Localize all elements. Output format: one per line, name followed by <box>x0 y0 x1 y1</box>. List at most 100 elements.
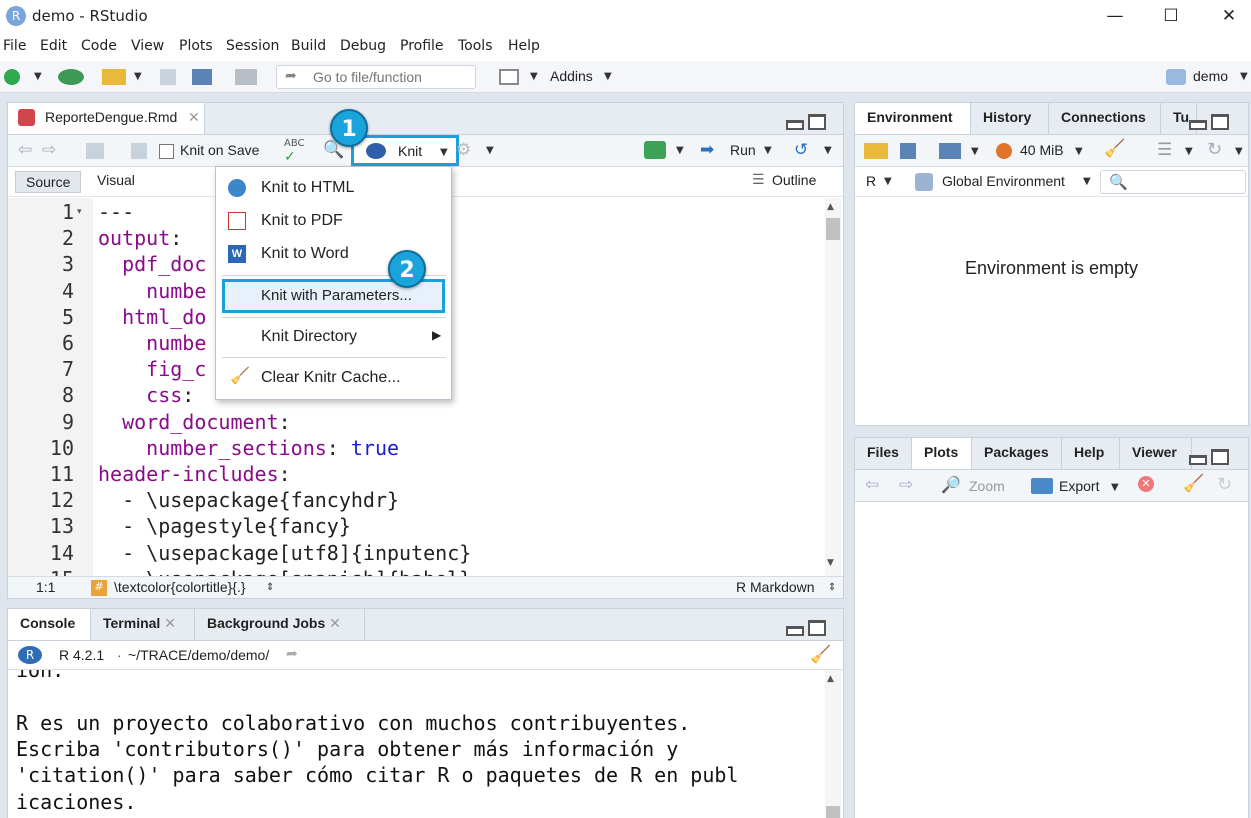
section-label[interactable]: \textcolor{colortitle}{.} <box>114 579 246 595</box>
tab-packages[interactable]: Packages <box>972 438 1062 469</box>
chevron-down-icon[interactable]: ▼ <box>1075 146 1083 157</box>
chevron-down-icon[interactable]: ▼ <box>764 145 772 156</box>
gear-icon[interactable]: ⚙ <box>456 140 471 160</box>
menu-edit[interactable]: Edit <box>40 38 67 54</box>
menu-item-knit-directory[interactable]: Knit Directory ▶ <box>216 322 451 352</box>
menu-item-knit-pdf[interactable]: Knit to PDF <box>216 206 451 236</box>
menu-debug[interactable]: Debug <box>340 38 386 54</box>
console-output[interactable]: ion. R es un proyecto colaborativo con mu… <box>8 670 825 818</box>
tab-reportedengue[interactable]: ReporteDengue.Rmd ✕ <box>8 103 205 134</box>
remove-plot-icon[interactable]: ✕ <box>1138 476 1154 492</box>
chevron-updown-icon[interactable]: ⇕ <box>828 582 836 593</box>
import-dataset-icon[interactable] <box>939 143 961 159</box>
close-window-button[interactable]: ✕ <box>1217 4 1241 28</box>
grid-layout-icon[interactable] <box>499 69 519 85</box>
memory-usage[interactable]: 40 MiB <box>1020 142 1064 158</box>
menu-tools[interactable]: Tools <box>458 38 493 54</box>
tab-console[interactable]: Console <box>8 609 91 640</box>
rerun-icon[interactable]: ↺ <box>794 140 808 160</box>
show-in-window-icon[interactable] <box>86 143 104 159</box>
pane-minmax-icon[interactable] <box>786 114 826 130</box>
chevron-updown-icon[interactable]: ⇕ <box>266 582 274 593</box>
list-view-icon[interactable]: ☰ <box>1157 140 1172 160</box>
menu-profile[interactable]: Profile <box>400 38 444 54</box>
zoom-button[interactable]: Zoom <box>969 478 1005 494</box>
console-scrollbar[interactable]: ▲ <box>825 670 841 818</box>
visual-tab[interactable]: Visual <box>97 172 135 188</box>
menu-session[interactable]: Session <box>226 38 279 54</box>
chevron-down-icon[interactable]: ▼ <box>34 71 42 82</box>
goto-file-input[interactable] <box>313 69 463 85</box>
menu-code[interactable]: Code <box>81 38 117 54</box>
insert-chunk-icon[interactable] <box>644 141 666 159</box>
addins-menu[interactable]: Addins <box>550 68 593 84</box>
knit-button[interactable]: Knit ▼ <box>351 135 459 166</box>
chevron-down-icon[interactable]: ▼ <box>134 71 142 82</box>
menu-file[interactable]: File <box>3 38 26 54</box>
menu-view[interactable]: View <box>131 38 164 54</box>
save-icon[interactable] <box>131 143 147 159</box>
language-select[interactable]: R <box>866 173 876 189</box>
maximize-button[interactable]: ☐ <box>1159 4 1183 28</box>
run-button[interactable]: Run <box>730 142 756 158</box>
chevron-down-icon[interactable]: ▼ <box>1185 146 1193 157</box>
forward-arrow-icon[interactable]: ⇨ <box>899 475 913 495</box>
tab-help[interactable]: Help <box>1062 438 1120 469</box>
goto-dir-icon[interactable]: ➦ <box>286 646 298 662</box>
refresh-icon[interactable]: ↻ <box>1217 474 1232 495</box>
pane-minmax-icon[interactable] <box>1189 449 1229 465</box>
save-workspace-icon[interactable] <box>900 143 916 159</box>
chevron-down-icon[interactable]: ▼ <box>1235 146 1243 157</box>
load-workspace-icon[interactable] <box>864 143 888 159</box>
menu-plots[interactable]: Plots <box>179 38 213 54</box>
back-arrow-icon[interactable]: ⇦ <box>18 140 32 160</box>
broom-icon[interactable]: 🧹 <box>810 645 831 665</box>
minimize-button[interactable]: — <box>1103 4 1127 28</box>
refresh-icon[interactable]: ↻ <box>1207 139 1222 160</box>
forward-arrow-icon[interactable]: ⇨ <box>42 140 56 160</box>
env-search-field[interactable]: 🔍 <box>1100 170 1246 194</box>
editor-scrollbar[interactable]: ▲ ▼ <box>825 198 841 576</box>
pane-minmax-icon[interactable] <box>786 620 826 636</box>
chevron-down-icon[interactable]: ▼ <box>884 176 892 187</box>
menu-item-clear-cache[interactable]: 🧹 Clear Knitr Cache... <box>216 363 451 393</box>
pane-minmax-icon[interactable] <box>1189 114 1229 130</box>
save-icon[interactable] <box>160 69 176 85</box>
knit-on-save-checkbox[interactable] <box>159 144 174 159</box>
export-button[interactable]: Export <box>1059 478 1099 494</box>
menu-help[interactable]: Help <box>508 38 540 54</box>
tab-environment[interactable]: Environment <box>855 103 971 134</box>
tab-connections[interactable]: Connections <box>1049 103 1161 134</box>
chevron-down-icon[interactable]: ▼ <box>486 145 494 156</box>
outline-button[interactable]: Outline <box>772 172 816 188</box>
tab-history[interactable]: History <box>971 103 1049 134</box>
chevron-down-icon[interactable]: ▼ <box>824 145 832 156</box>
tab-viewer[interactable]: Viewer <box>1120 438 1192 469</box>
goto-file-field[interactable]: ➦ <box>276 65 476 89</box>
close-icon[interactable]: ✕ <box>188 109 200 126</box>
new-project-icon[interactable] <box>58 69 84 85</box>
broom-icon[interactable]: 🧹 <box>1104 139 1125 159</box>
tab-terminal[interactable]: Terminal ✕ <box>91 609 195 640</box>
chevron-down-icon[interactable]: ▼ <box>1111 482 1119 493</box>
tab-background-jobs[interactable]: Background Jobs ✕ <box>195 609 365 640</box>
chevron-down-icon[interactable]: ▼ <box>1083 176 1091 187</box>
chevron-down-icon[interactable]: ▼ <box>1240 71 1248 82</box>
chevron-down-icon[interactable]: ▼ <box>676 145 684 156</box>
code-editor[interactable]: --- output: pdf_doc numbe html_do numbe f… <box>93 198 824 576</box>
open-folder-icon[interactable] <box>102 69 126 85</box>
fold-arrow-icon[interactable]: ▾ <box>77 207 82 217</box>
save-all-icon[interactable] <box>192 69 212 85</box>
file-type-label[interactable]: R Markdown <box>736 579 815 595</box>
tab-files[interactable]: Files <box>855 438 912 469</box>
broom-icon[interactable]: 🧹 <box>1183 474 1204 494</box>
project-name[interactable]: demo <box>1193 68 1228 84</box>
chevron-down-icon[interactable]: ▼ <box>530 71 538 82</box>
environment-select[interactable]: Global Environment <box>942 173 1065 189</box>
menu-item-knit-html[interactable]: Knit to HTML <box>216 173 451 203</box>
print-icon[interactable] <box>235 69 257 85</box>
source-tab[interactable]: Source <box>15 171 82 193</box>
tab-plots[interactable]: Plots <box>912 438 972 469</box>
spellcheck-icon[interactable]: ABC ✓ <box>284 138 305 165</box>
menu-build[interactable]: Build <box>291 38 326 54</box>
